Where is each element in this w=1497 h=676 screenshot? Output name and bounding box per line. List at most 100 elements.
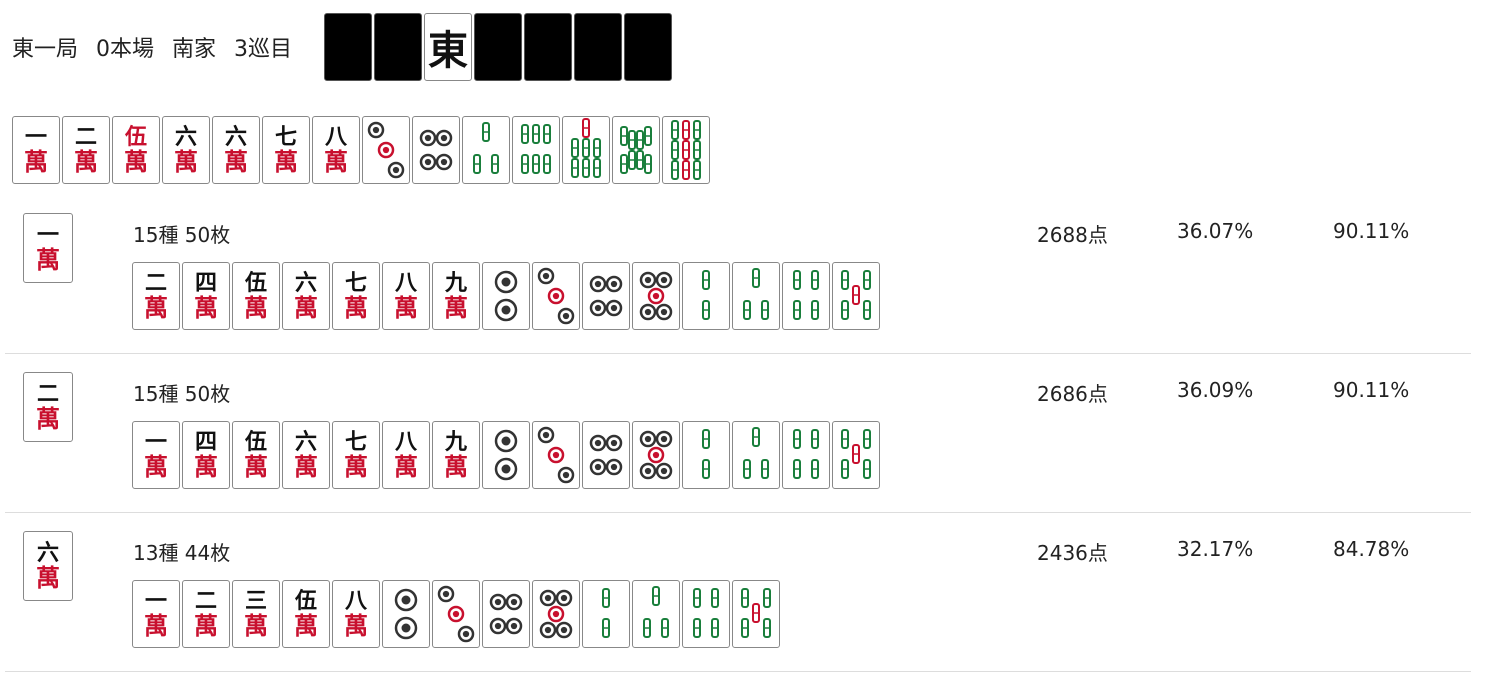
acceptance-tile[interactable] bbox=[632, 580, 680, 648]
hand-tile[interactable]: 八萬 bbox=[312, 116, 360, 184]
tile-rank: 九 bbox=[444, 270, 467, 296]
hand-tile[interactable] bbox=[662, 116, 710, 184]
pin-3-icon bbox=[537, 426, 575, 484]
round-header: 東一局 0本場 南家 3巡目 東 bbox=[12, 12, 674, 82]
tenpai-rate: 90.11% bbox=[1333, 219, 1410, 243]
acceptance-tile[interactable] bbox=[782, 421, 830, 489]
acceptance-tile[interactable] bbox=[582, 421, 630, 489]
sou-4-icon bbox=[793, 429, 819, 479]
acceptance-tile[interactable] bbox=[632, 262, 680, 330]
tile-suit: 萬 bbox=[124, 147, 148, 176]
tile-rank: 伍 bbox=[124, 124, 147, 150]
tile-rank: 伍 bbox=[244, 429, 267, 455]
tile-suit: 萬 bbox=[36, 404, 60, 433]
acceptance-tile[interactable] bbox=[632, 421, 680, 489]
acceptance-tile[interactable] bbox=[582, 262, 630, 330]
tile-rank: 七 bbox=[344, 270, 367, 296]
tile-suit: 萬 bbox=[224, 147, 248, 176]
acceptance-tile[interactable] bbox=[532, 421, 580, 489]
hand-tile[interactable] bbox=[612, 116, 660, 184]
hand-tile[interactable]: 六萬 bbox=[162, 116, 210, 184]
tile-suit: 萬 bbox=[394, 293, 418, 322]
acceptance-tile[interactable]: 八萬 bbox=[382, 421, 430, 489]
tile-suit: 萬 bbox=[24, 147, 48, 176]
acceptance-tile[interactable]: 九萬 bbox=[432, 421, 480, 489]
acceptance-tile[interactable] bbox=[732, 421, 780, 489]
hand-tile[interactable]: 七萬 bbox=[262, 116, 310, 184]
pin-4-icon bbox=[589, 275, 623, 317]
acceptance-tile[interactable]: 八萬 bbox=[332, 580, 380, 648]
acceptance-tile[interactable]: 伍萬 bbox=[282, 580, 330, 648]
discard-tile[interactable]: 二萬 bbox=[23, 372, 73, 442]
acceptance-tile[interactable] bbox=[582, 580, 630, 648]
tile-rank: 伍 bbox=[294, 588, 317, 614]
acceptance-tile[interactable] bbox=[382, 580, 430, 648]
acceptance-tile[interactable]: 六萬 bbox=[282, 262, 330, 330]
tile-rank: 二 bbox=[36, 381, 59, 407]
tile-suit: 萬 bbox=[294, 293, 318, 322]
pin-3-icon bbox=[437, 585, 475, 643]
acceptance-tile[interactable]: 二萬 bbox=[182, 580, 230, 648]
acceptance-tile[interactable] bbox=[682, 262, 730, 330]
sou-3-icon bbox=[743, 268, 769, 320]
hand-tile[interactable]: 六萬 bbox=[212, 116, 260, 184]
acceptance-tile[interactable]: 四萬 bbox=[182, 262, 230, 330]
tile-rank: 六 bbox=[294, 429, 317, 455]
win-rate: 36.09% bbox=[1177, 378, 1254, 402]
acceptance-tile[interactable] bbox=[732, 262, 780, 330]
acceptance-tile[interactable] bbox=[832, 421, 880, 489]
tile-rank: 六 bbox=[294, 270, 317, 296]
win-rate: 36.07% bbox=[1177, 219, 1254, 243]
acceptance-tile[interactable]: 九萬 bbox=[432, 262, 480, 330]
acceptance-tile[interactable] bbox=[482, 580, 530, 648]
acceptance-tile[interactable]: 伍萬 bbox=[232, 421, 280, 489]
sou-2-icon bbox=[602, 588, 610, 638]
acceptance-tile[interactable]: 六萬 bbox=[282, 421, 330, 489]
discard-tile[interactable]: 六萬 bbox=[23, 531, 73, 601]
dora-indicator-wall: 東 bbox=[324, 13, 674, 81]
acceptance-tile[interactable] bbox=[482, 421, 530, 489]
tile-rank: 三 bbox=[244, 588, 267, 614]
pin-3-icon bbox=[367, 121, 405, 179]
honba-label: 0本場 bbox=[96, 37, 155, 62]
acceptance-tiles: 一萬二萬三萬伍萬八萬 bbox=[132, 580, 782, 648]
acceptance-tile[interactable]: 一萬 bbox=[132, 580, 180, 648]
hand-tile[interactable] bbox=[462, 116, 510, 184]
tile-suit: 萬 bbox=[244, 293, 268, 322]
hand-tile[interactable] bbox=[362, 116, 410, 184]
honor-glyph: 東 bbox=[428, 27, 469, 74]
tile-suit: 萬 bbox=[324, 147, 348, 176]
discard-tile[interactable]: 一萬 bbox=[23, 213, 73, 283]
acceptance-tile[interactable] bbox=[832, 262, 880, 330]
hand-tile[interactable]: 二萬 bbox=[62, 116, 110, 184]
tile-suit: 萬 bbox=[294, 452, 318, 481]
hand-tile[interactable] bbox=[562, 116, 610, 184]
acceptance-tile[interactable]: 一萬 bbox=[132, 421, 180, 489]
acceptance-tile[interactable] bbox=[732, 580, 780, 648]
acceptance-tile[interactable]: 四萬 bbox=[182, 421, 230, 489]
acceptance-tile[interactable] bbox=[482, 262, 530, 330]
acceptance-tile[interactable]: 二萬 bbox=[132, 262, 180, 330]
discard-option-row[interactable]: 一萬 15種 50枚 2688点 36.07% 90.11% 二萬四萬伍萬六萬七萬八萬九萬 bbox=[5, 195, 1471, 354]
acceptance-tile[interactable] bbox=[682, 421, 730, 489]
acceptance-tile[interactable] bbox=[432, 580, 480, 648]
acceptance-tile[interactable]: 三萬 bbox=[232, 580, 280, 648]
acceptance-tile[interactable]: 伍萬 bbox=[232, 262, 280, 330]
hand-tile[interactable]: 一萬 bbox=[12, 116, 60, 184]
hand-tile[interactable]: 伍萬 bbox=[112, 116, 160, 184]
acceptance-tile[interactable] bbox=[782, 262, 830, 330]
acceptance-tile[interactable] bbox=[532, 580, 580, 648]
hand-tile[interactable] bbox=[512, 116, 560, 184]
acceptance-tile[interactable]: 七萬 bbox=[332, 421, 380, 489]
pin-5-icon bbox=[539, 589, 573, 639]
tile-rank: 八 bbox=[344, 588, 367, 614]
hand-tile[interactable] bbox=[412, 116, 460, 184]
acceptance-tile[interactable]: 七萬 bbox=[332, 262, 380, 330]
discard-option-row[interactable]: 二萬 15種 50枚 2686点 36.09% 90.11% 一萬四萬伍萬六萬七萬八萬九萬 bbox=[5, 354, 1471, 513]
discard-option-row[interactable]: 六萬 13種 44枚 2436点 32.17% 84.78% 一萬二萬三萬伍萬八萬 bbox=[5, 513, 1471, 672]
acceptance-tile[interactable] bbox=[682, 580, 730, 648]
sou-5-icon bbox=[841, 270, 871, 320]
discard-tile-slot: 一萬 bbox=[23, 213, 75, 283]
acceptance-tile[interactable]: 八萬 bbox=[382, 262, 430, 330]
acceptance-tile[interactable] bbox=[532, 262, 580, 330]
